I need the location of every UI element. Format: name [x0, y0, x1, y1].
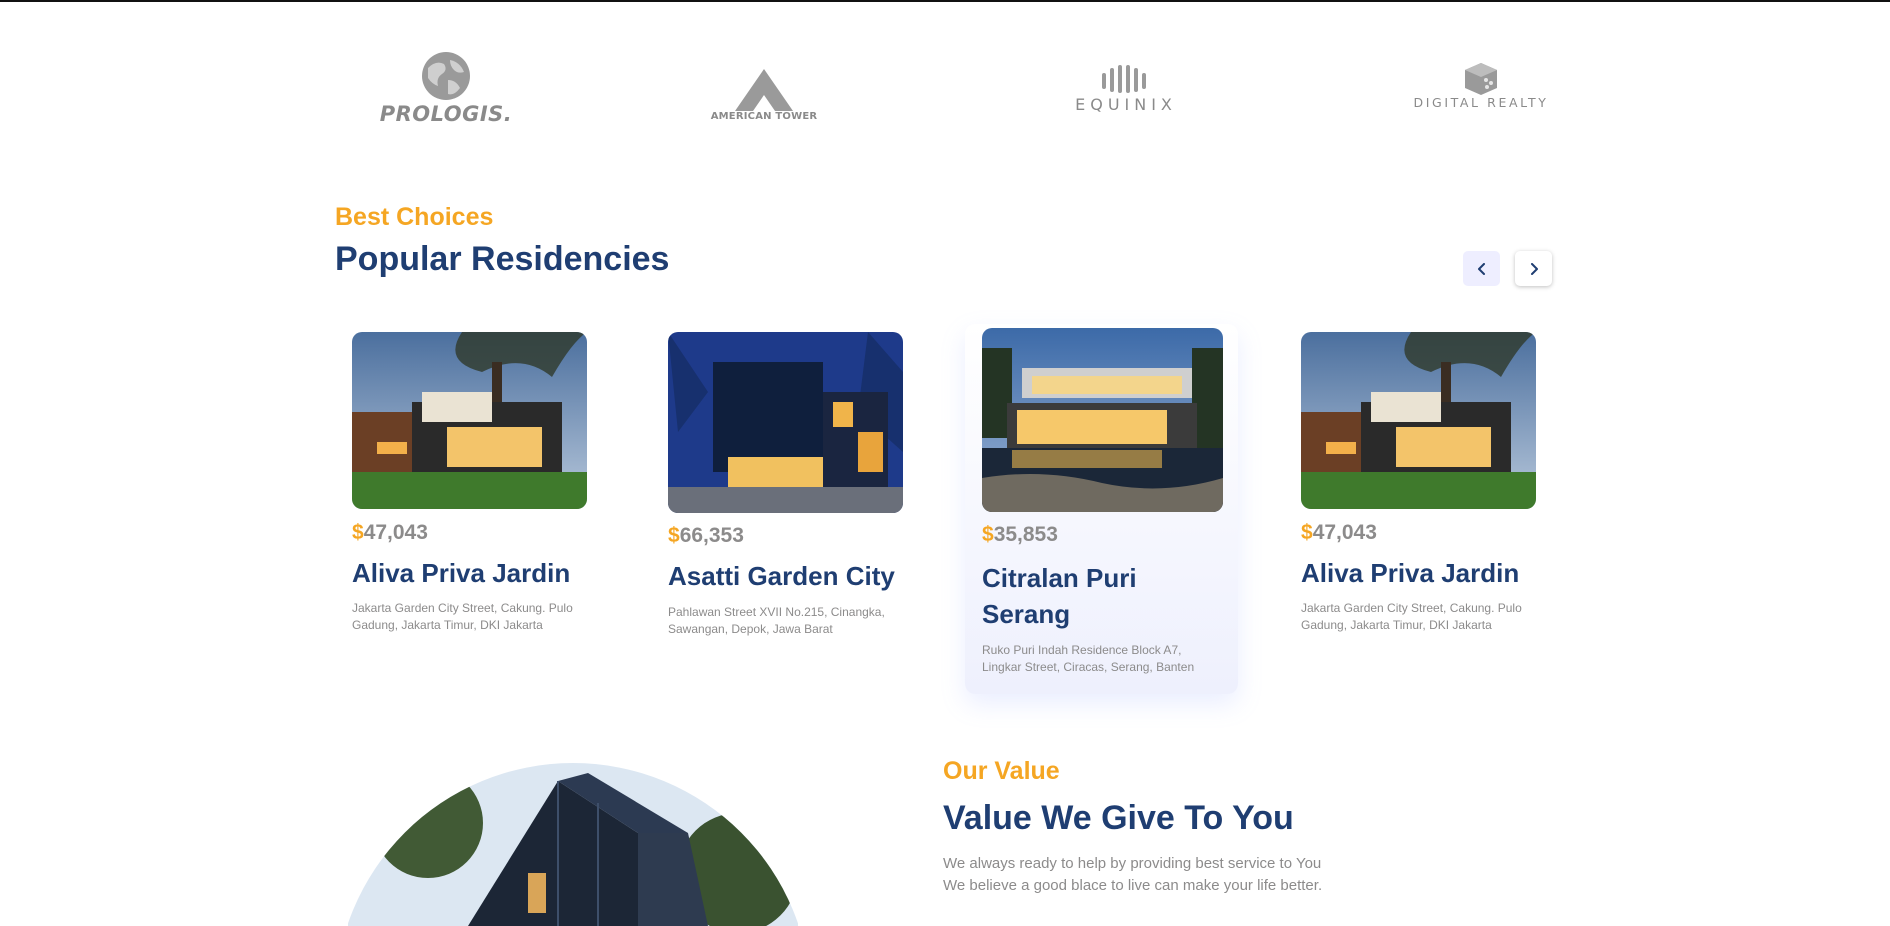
- tower-a-icon: [735, 69, 793, 111]
- equinix-wordmark: EQUINIX: [1075, 95, 1177, 114]
- residency-address: Pahlawan Street XVII No.215, Cinangka, S…: [668, 605, 885, 636]
- residency-price: $66,353: [668, 524, 744, 548]
- residency-card[interactable]: $47,043 Aliva Priva Jardin Jakarta Garde…: [335, 328, 608, 695]
- currency-symbol: $: [352, 521, 364, 544]
- prologis-logo: PROLOGIS.: [336, 30, 556, 126]
- value-description-line: We believe a good blace to live can make…: [943, 877, 1323, 894]
- american-tower-wordmark: AMERICAN TOWER: [710, 111, 818, 122]
- residency-name[interactable]: Asatti Garden City: [668, 558, 908, 594]
- equinix-bars-icon: [1102, 65, 1146, 93]
- price-value: 66,353: [679, 524, 744, 547]
- residency-price: $47,043: [352, 521, 428, 545]
- residency-address: Jakarta Garden City Street, Cakung. Pulo…: [1301, 601, 1522, 632]
- carousel-prev-button[interactable]: [1463, 251, 1500, 286]
- residency-price: $47,043: [1301, 521, 1377, 545]
- top-border: [0, 0, 1890, 2]
- prologis-wordmark: PROLOGIS.: [379, 102, 513, 126]
- carousel-next-button[interactable]: [1515, 251, 1552, 286]
- equinix-logo: EQUINIX: [1016, 30, 1236, 126]
- cube-icon: [1465, 63, 1497, 95]
- price-value: 35,853: [993, 523, 1058, 546]
- residency-address: Jakarta Garden City Street, Cakung. Pulo…: [352, 601, 573, 632]
- value-eyebrow: Our Value: [943, 757, 1060, 785]
- residency-image: [982, 328, 1223, 512]
- price-value: 47,043: [363, 521, 428, 544]
- residency-price: $35,853: [982, 523, 1058, 547]
- globe-icon: [422, 52, 470, 100]
- residencies-title: Popular Residencies: [335, 240, 670, 278]
- residency-address: Ruko Puri Indah Residence Block A7, Ling…: [982, 643, 1195, 674]
- partner-logos: PROLOGIS. AMERICAN TOWER EQUINIX DIGITAL…: [336, 30, 1556, 126]
- residency-card[interactable]: $47,043 Aliva Priva Jardin Jakarta Garde…: [1284, 328, 1557, 695]
- digital-realty-logo: DIGITAL REALTY: [1371, 30, 1591, 126]
- currency-symbol: $: [668, 524, 680, 547]
- residencies-eyebrow: Best Choices: [335, 203, 494, 231]
- value-title: Value We Give To You: [943, 799, 1294, 837]
- american-tower-logo: AMERICAN TOWER: [654, 30, 874, 126]
- chevron-right-icon: [1530, 262, 1538, 275]
- residency-image: [1301, 332, 1536, 509]
- value-image: [348, 763, 798, 926]
- residency-image: [352, 332, 587, 509]
- value-description-line: We always ready to help by providing bes…: [943, 855, 1322, 872]
- residency-card[interactable]: $66,353 Asatti Garden City Pahlawan Stre…: [651, 328, 924, 695]
- currency-symbol: $: [982, 523, 994, 546]
- digital-realty-wordmark: DIGITAL REALTY: [1413, 95, 1549, 110]
- price-value: 47,043: [1312, 521, 1377, 544]
- residency-image: [668, 332, 903, 513]
- residency-name[interactable]: Aliva Priva Jardin: [1301, 555, 1541, 591]
- chevron-left-icon: [1477, 262, 1485, 275]
- residency-card-active[interactable]: $35,853 Citralan Puri Serang Ruko Puri I…: [965, 324, 1238, 694]
- value-description: We always ready to help by providing bes…: [943, 853, 1463, 897]
- currency-symbol: $: [1301, 521, 1313, 544]
- residency-name[interactable]: Citralan Puri Serang: [982, 560, 1182, 632]
- residency-name[interactable]: Aliva Priva Jardin: [352, 555, 592, 591]
